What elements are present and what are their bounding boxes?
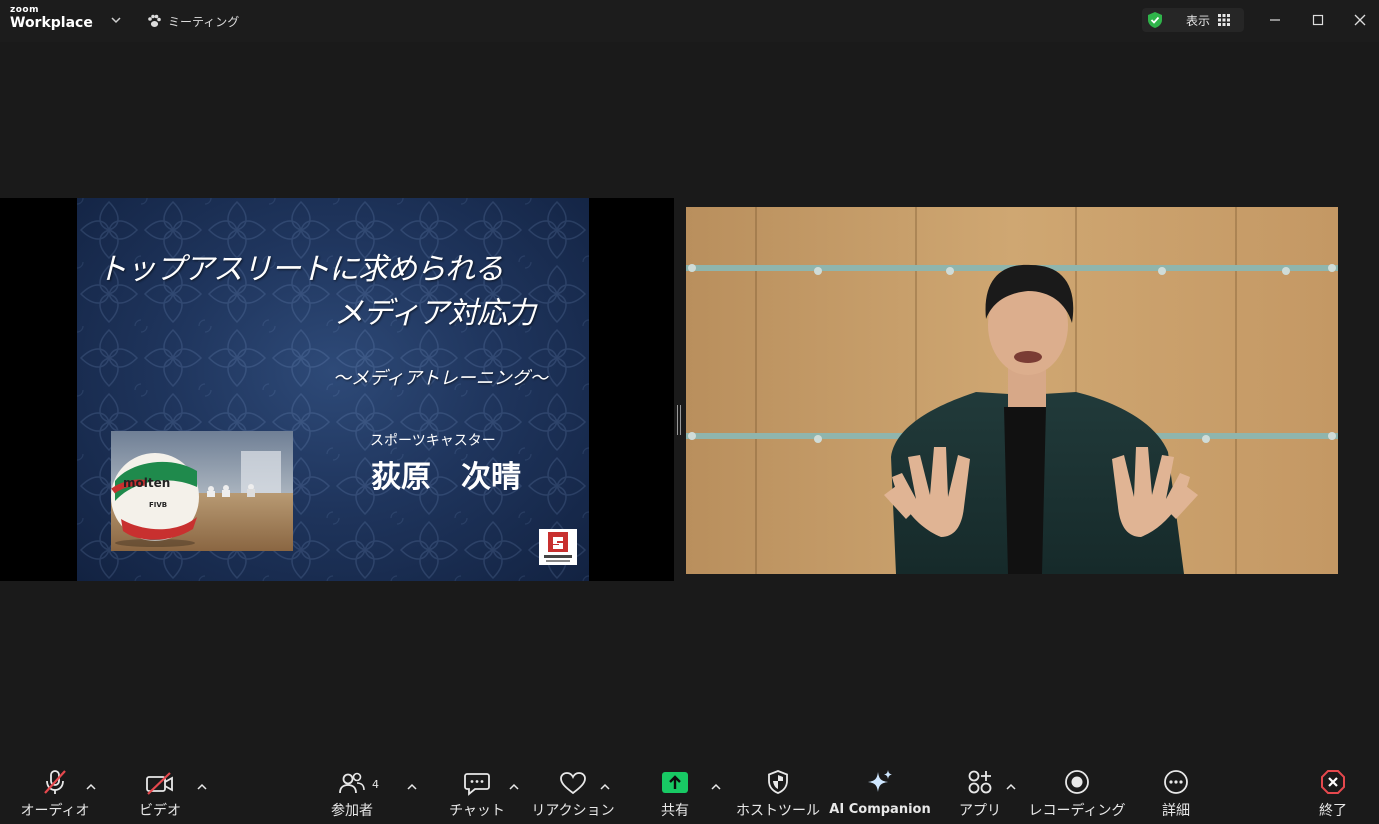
video-button[interactable]: ビデオ xyxy=(138,764,182,824)
svg-text:molten: molten xyxy=(123,476,170,490)
shield-check-icon xyxy=(1148,12,1162,28)
meeting-toolbar: オーディオ ビデオ 4 参加者 チャット リアクション 共有 ホストツール AI… xyxy=(0,764,1379,824)
host-tools-label: ホストツール xyxy=(736,803,820,819)
speaker-name: 荻原 次晴 xyxy=(371,460,521,495)
share-screen-button[interactable]: 共有 xyxy=(654,764,696,824)
more-icon xyxy=(1164,770,1188,794)
video-label: ビデオ xyxy=(139,803,181,819)
slide-subtitle: 〜メディアトレーニング〜 xyxy=(333,368,548,389)
chat-button[interactable]: チャット xyxy=(449,764,505,824)
shield-icon xyxy=(768,770,788,794)
paw-icon xyxy=(148,14,161,27)
more-label: 詳細 xyxy=(1162,803,1190,819)
meeting-menu[interactable]: ミーティング xyxy=(146,11,239,31)
end-label: 終了 xyxy=(1319,803,1347,819)
logo-small-text: zoom xyxy=(10,5,39,15)
chat-options-caret-icon[interactable] xyxy=(507,780,521,794)
apps-options-caret-icon[interactable] xyxy=(1004,780,1018,794)
apps-button[interactable]: アプリ xyxy=(959,764,1001,824)
participants-button[interactable]: 4 参加者 xyxy=(326,764,379,824)
minimize-button[interactable] xyxy=(1261,8,1289,32)
record-icon xyxy=(1065,770,1089,794)
speaker-role: スポーツキャスター xyxy=(370,433,496,449)
participant-video-tile[interactable] xyxy=(686,207,1338,574)
ai-companion-button[interactable]: AI Companion xyxy=(829,764,931,824)
more-button[interactable]: 詳細 xyxy=(1156,764,1196,824)
share-options-caret-icon[interactable] xyxy=(709,780,723,794)
host-tools-button[interactable]: ホストツール xyxy=(736,764,820,824)
audio-options-caret-icon[interactable] xyxy=(84,780,98,794)
organization-logo xyxy=(539,529,577,565)
participants-options-caret-icon[interactable] xyxy=(405,780,419,794)
video-camera-muted-icon xyxy=(146,772,173,795)
svg-text:FIVB: FIVB xyxy=(149,501,167,509)
view-button[interactable]: 表示 xyxy=(1142,8,1244,32)
chat-label: チャット xyxy=(449,803,505,819)
minimize-icon xyxy=(1270,19,1280,21)
slide-title-line-1: トップアスリートに求められる xyxy=(97,252,504,287)
record-label: レコーディング xyxy=(1028,803,1126,819)
ai-companion-label: AI Companion xyxy=(829,802,931,817)
record-button[interactable]: レコーディング xyxy=(1028,764,1126,824)
maximize-button[interactable] xyxy=(1304,8,1332,32)
slide-title-line-2: メディア対応力 xyxy=(334,296,536,331)
view-label: 表示 xyxy=(1186,13,1211,28)
sparkle-icon xyxy=(868,770,892,792)
meeting-menu-label: ミーティング xyxy=(168,14,240,29)
reactions-label: リアクション xyxy=(531,803,615,819)
end-meeting-button[interactable]: 終了 xyxy=(1313,764,1353,824)
volleyball-photo: molten FIVB xyxy=(111,431,293,551)
close-icon xyxy=(1354,14,1366,26)
close-window-button[interactable] xyxy=(1346,8,1374,32)
apps-label: アプリ xyxy=(959,803,1001,819)
microphone-muted-icon xyxy=(44,770,66,794)
participants-label: 参加者 xyxy=(331,803,373,819)
speaker-video xyxy=(686,207,1338,574)
audio-label: オーディオ xyxy=(20,803,90,819)
title-bar: zoom Workplace ミーティング 表示 xyxy=(0,0,1379,42)
participants-icon xyxy=(339,772,365,794)
reactions-options-caret-icon[interactable] xyxy=(598,780,612,794)
logo-big-text: Workplace xyxy=(10,15,93,31)
shared-slide: トップアスリートに求められる メディア対応力 〜メディアトレーニング〜 スポーツ… xyxy=(77,198,589,581)
share-screen-icon xyxy=(662,772,688,793)
participants-count: 4 xyxy=(372,778,379,791)
apps-icon xyxy=(968,770,992,794)
audio-button[interactable]: オーディオ xyxy=(20,764,90,824)
share-label: 共有 xyxy=(661,803,689,819)
chat-bubble-icon xyxy=(464,773,490,796)
grid-icon xyxy=(1218,14,1231,26)
maximize-icon xyxy=(1312,14,1324,26)
reactions-button[interactable]: リアクション xyxy=(531,764,615,824)
end-meeting-icon xyxy=(1321,770,1345,794)
chevron-down-icon[interactable] xyxy=(108,12,124,28)
split-view-divider[interactable] xyxy=(677,405,681,435)
video-options-caret-icon[interactable] xyxy=(195,780,209,794)
zoom-workplace-logo[interactable]: zoom Workplace xyxy=(10,5,93,31)
heart-icon xyxy=(560,772,586,795)
